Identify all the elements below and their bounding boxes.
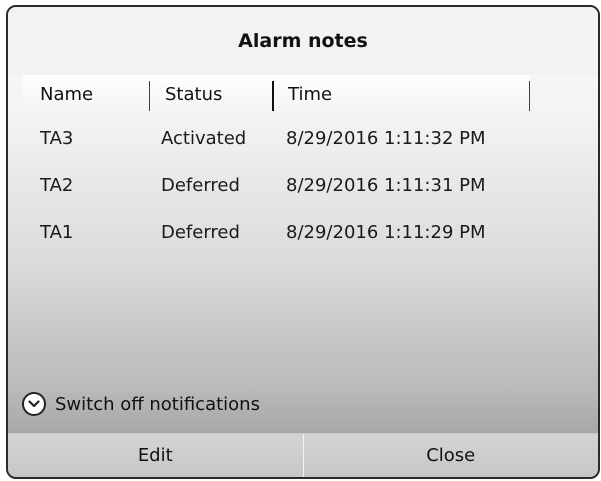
cell-time: 8/29/2016 1:11:29 PM <box>286 222 486 243</box>
cell-name: TA1 <box>40 222 74 243</box>
cell-status: Deferred <box>161 222 240 243</box>
cell-name: TA3 <box>40 128 74 149</box>
table-row[interactable]: TA1 Deferred 8/29/2016 1:11:29 PM <box>23 209 543 256</box>
column-divider[interactable] <box>149 81 150 111</box>
table-header: Name Status Time <box>23 75 530 115</box>
column-divider[interactable] <box>272 81 274 111</box>
cell-status: Activated <box>161 128 247 149</box>
cell-status: Deferred <box>161 175 240 196</box>
alarm-notes-dialog: Alarm notes Name Status Time TA3 Activat… <box>6 5 600 479</box>
switch-off-notifications-toggle[interactable]: Switch off notifications <box>22 389 260 419</box>
cell-time: 8/29/2016 1:11:31 PM <box>286 175 486 196</box>
column-header-status[interactable]: Status <box>165 75 222 115</box>
chevron-down-icon[interactable] <box>22 392 46 416</box>
column-header-name[interactable]: Name <box>40 75 93 115</box>
close-button[interactable]: Close <box>302 434 598 477</box>
table-row[interactable]: TA2 Deferred 8/29/2016 1:11:31 PM <box>23 162 543 209</box>
dialog-title: Alarm notes <box>8 7 598 75</box>
cell-time: 8/29/2016 1:11:32 PM <box>286 128 486 149</box>
column-divider[interactable] <box>529 81 530 111</box>
dialog-footer: Edit Close <box>8 433 598 477</box>
column-header-time[interactable]: Time <box>288 75 332 115</box>
cell-name: TA2 <box>40 175 74 196</box>
table-row[interactable]: TA3 Activated 8/29/2016 1:11:32 PM <box>23 115 543 162</box>
alarm-list: TA3 Activated 8/29/2016 1:11:32 PM TA2 D… <box>23 115 543 256</box>
edit-button[interactable]: Edit <box>8 434 303 477</box>
switch-off-notifications-label[interactable]: Switch off notifications <box>55 394 260 415</box>
